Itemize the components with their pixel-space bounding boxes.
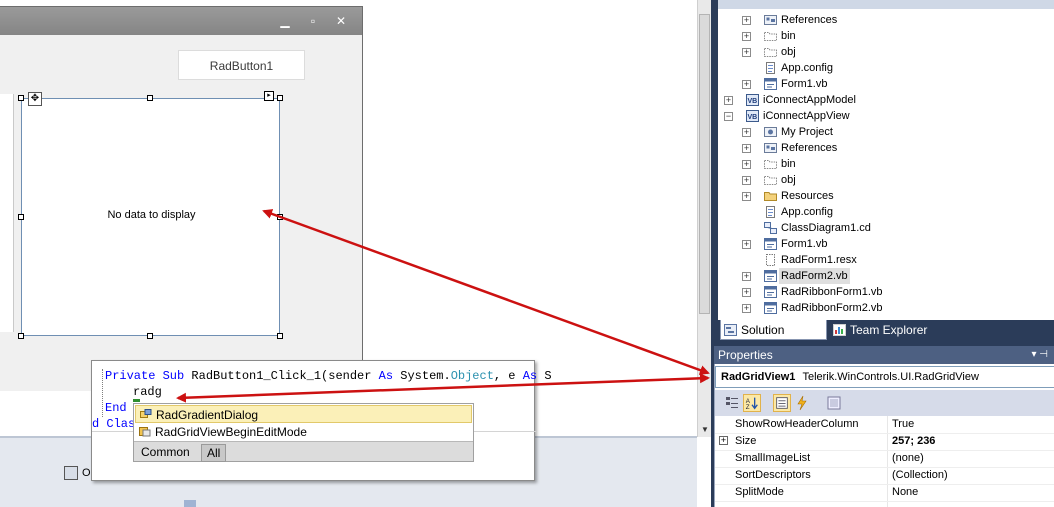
annotation-arrows	[176, 209, 710, 403]
arrow-grid-to-properties	[262, 209, 710, 375]
arrow-code-to-properties	[176, 373, 710, 403]
